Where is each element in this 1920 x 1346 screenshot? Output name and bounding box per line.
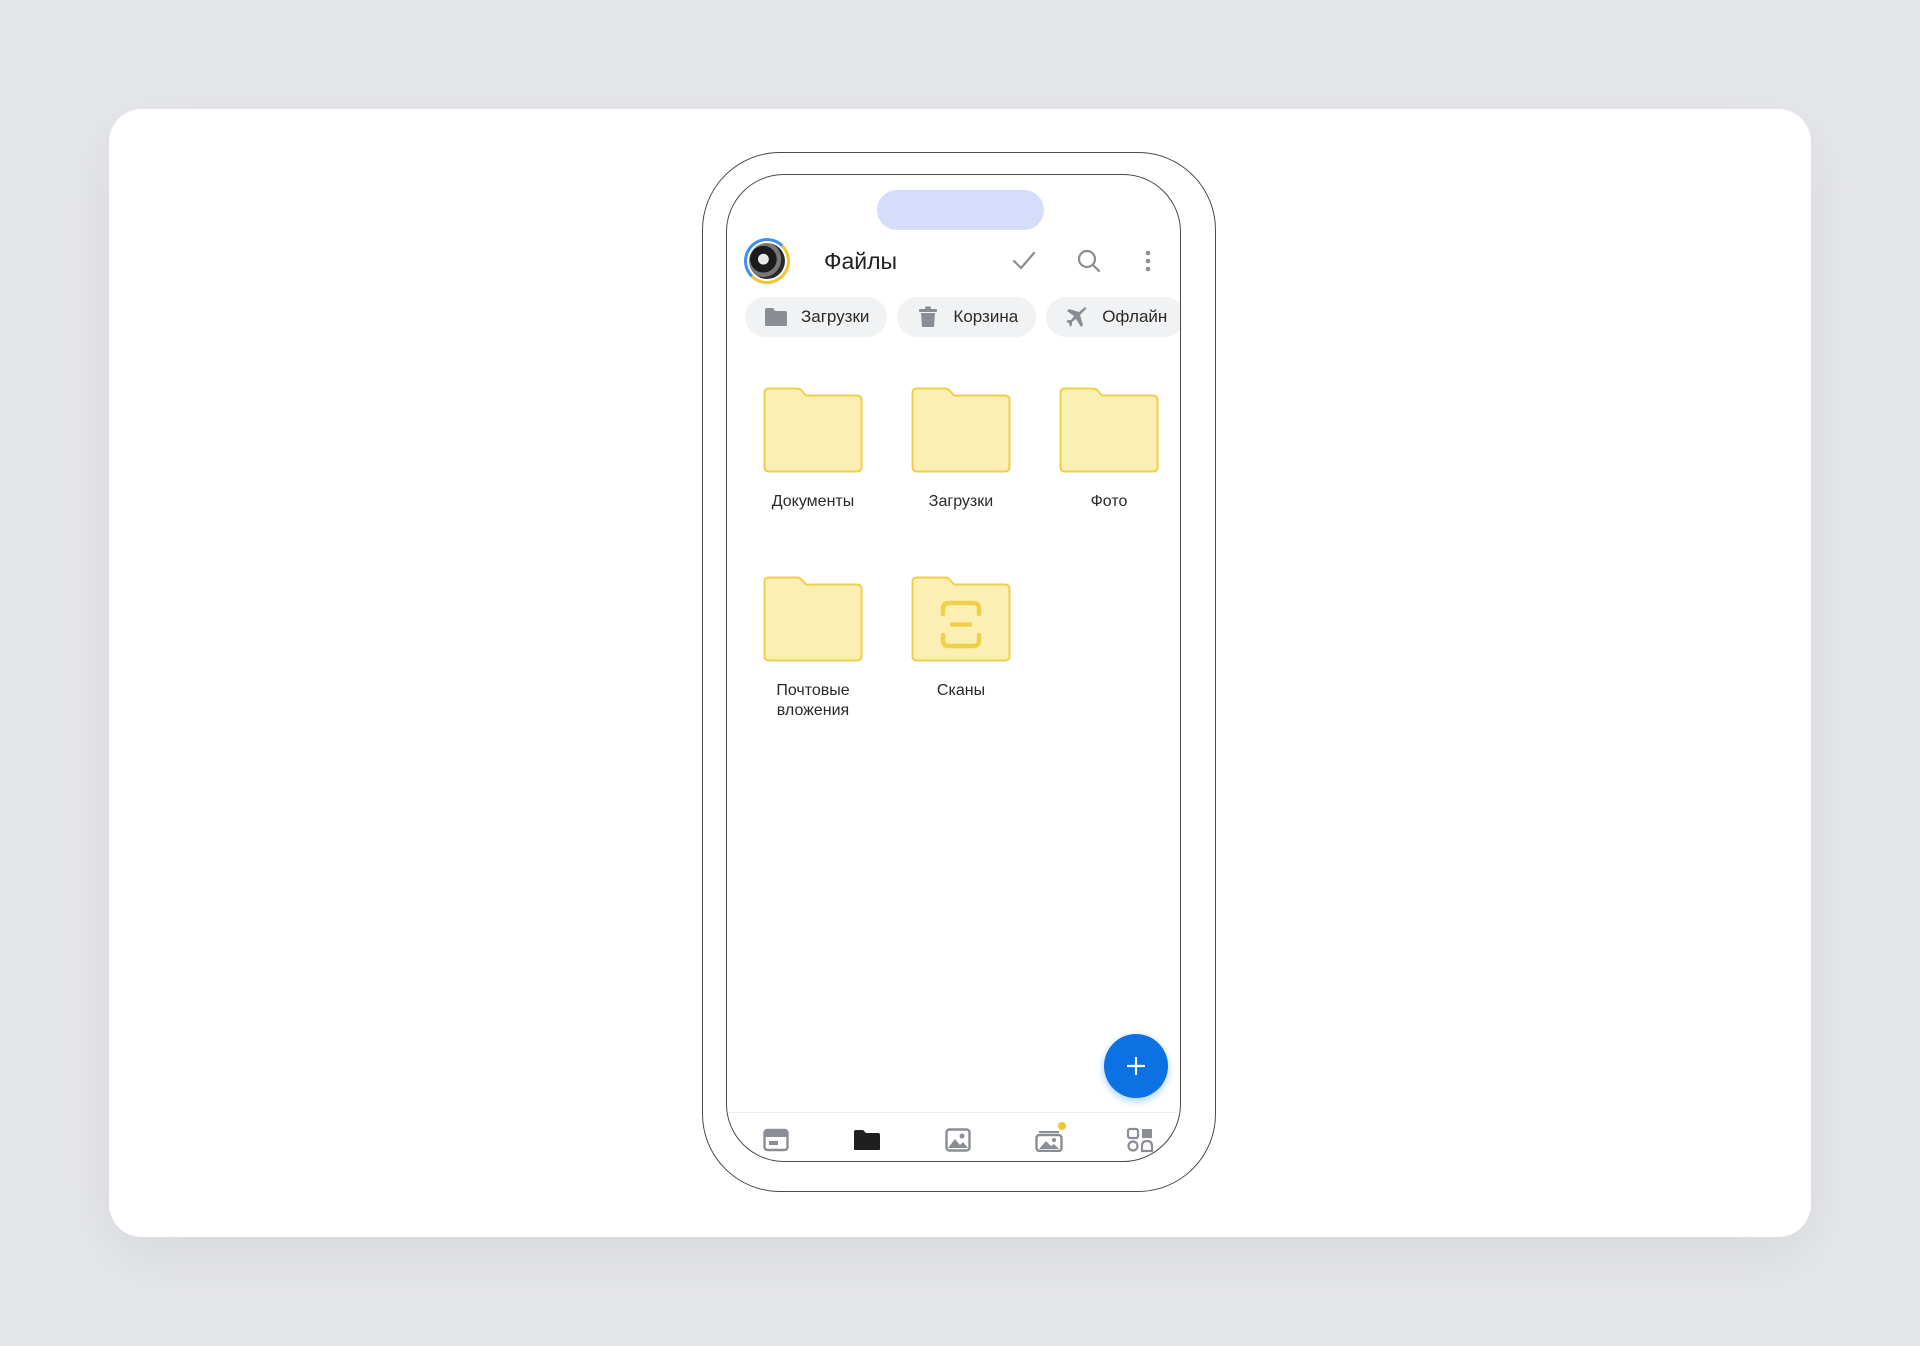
search-icon[interactable] [1074,246,1104,276]
folder-icon [911,576,1011,662]
check-icon[interactable] [1009,246,1039,276]
folder-item[interactable]: Сканы [891,576,1031,701]
folder-item[interactable]: Почтовые вложения [743,576,883,721]
folder-label: Документы [771,493,855,510]
dynamic-island [877,190,1044,230]
tab-photos[interactable] [943,1125,973,1155]
folder-item[interactable]: Загрузки [891,387,1031,512]
page-title: Файлы [824,248,898,274]
plus-icon [1126,1056,1146,1076]
folder-label: Фото [1090,493,1128,510]
feed-icon [763,1128,789,1152]
chip-trash[interactable]: Корзина [897,297,1037,337]
folder-item[interactable]: Документы [743,387,883,512]
folder-item[interactable]: Фото [1039,387,1179,512]
tab-files[interactable] [852,1125,882,1155]
app-header: Файлы [727,234,1180,290]
chip-label: Офлайн [1102,307,1168,326]
folder-label: Сканы [936,682,986,699]
folder-icon [763,305,789,329]
add-button[interactable] [1104,1034,1168,1098]
avatar-image [749,243,785,279]
notification-dot [1058,1122,1066,1130]
folder-label: Почтовые вложения [776,682,850,719]
chip-label: Загрузки [801,307,870,326]
folder-label: Загрузки [928,493,994,510]
airplane-icon [1064,305,1090,329]
more-vertical-icon[interactable] [1133,246,1163,276]
chip-label: Корзина [953,307,1019,326]
services-icon [1126,1127,1154,1153]
quick-filter-chips: Загрузки Корзина Офлайн [745,297,1180,337]
tab-albums[interactable] [1034,1122,1066,1155]
tab-feed[interactable] [761,1125,791,1155]
phone-screen: Файлы Загрузки Корзина Офлайн Документы … [726,174,1181,1162]
bottom-tab-bar [727,1112,1180,1161]
files-folder-icon [854,1130,880,1150]
chip-downloads[interactable]: Загрузки [745,297,888,337]
folder-icon [1059,387,1159,473]
tab-services[interactable] [1125,1125,1155,1155]
folder-icon [763,387,863,473]
folder-icon [911,387,1011,473]
chip-offline[interactable]: Офлайн [1046,297,1180,337]
folder-icon [763,576,863,662]
photos-icon [945,1128,971,1152]
albums-icon [1035,1131,1063,1152]
avatar[interactable] [744,238,790,284]
trash-icon [915,305,941,329]
